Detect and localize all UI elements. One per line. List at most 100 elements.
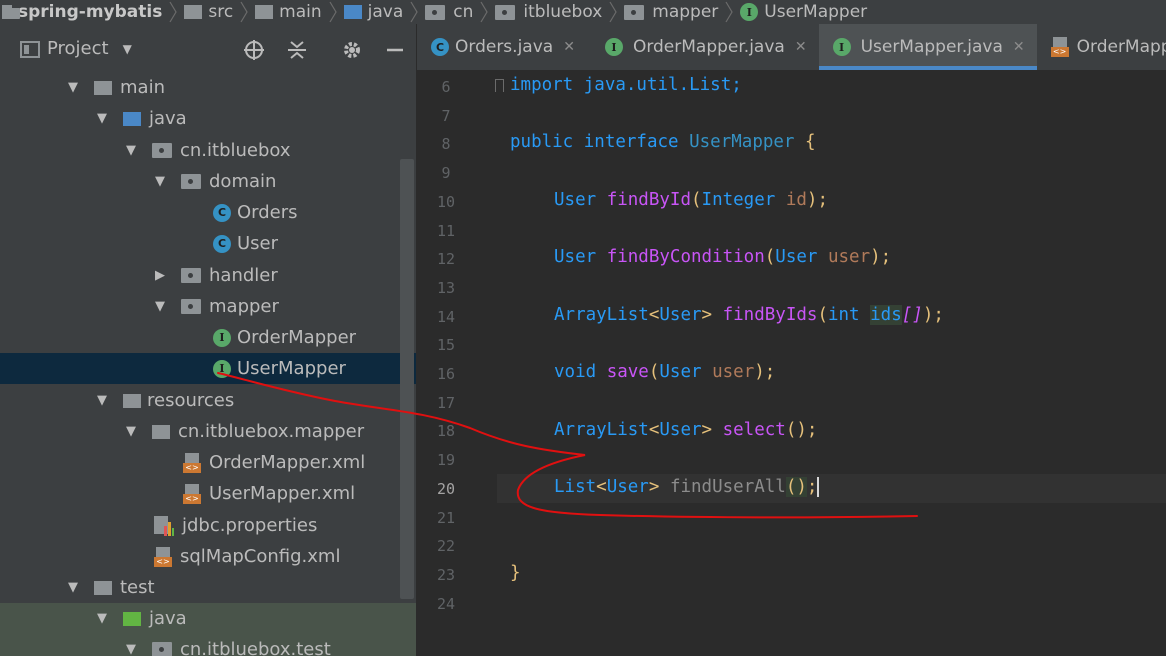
line-number: 17 <box>436 394 456 412</box>
line-number: 13 <box>436 279 456 297</box>
code-line-23: } <box>510 563 521 583</box>
collapse-all-icon[interactable] <box>285 38 309 62</box>
package-icon <box>181 268 201 283</box>
tree-row-ordermapper-xml[interactable]: <> OrderMapper.xml <box>0 447 416 478</box>
expand-right-icon[interactable]: ▶ <box>151 268 169 283</box>
line-number: 6 <box>441 78 451 96</box>
project-panel-header: Project ▼ <box>0 24 416 76</box>
breadcrumb-java[interactable]: java <box>343 0 403 24</box>
tree-row-ordermapper[interactable]: I OrderMapper <box>0 322 416 353</box>
tab-ordermapper-xml[interactable]: <> OrderMapper.xml <box>1037 24 1166 70</box>
tab-label: UserMapper.java <box>860 37 1003 57</box>
tree-item-label: User <box>237 233 279 254</box>
breadcrumb-usermapper[interactable]: I UserMapper <box>740 0 867 24</box>
expand-down-icon[interactable]: ▼ <box>122 642 140 656</box>
chevron-right-icon <box>239 0 249 24</box>
interface-icon: I <box>740 3 759 21</box>
package-icon <box>425 4 446 20</box>
locate-file-icon[interactable] <box>242 38 266 62</box>
line-number: 7 <box>441 107 451 125</box>
close-icon[interactable]: ✕ <box>795 39 807 55</box>
package-icon <box>624 4 645 20</box>
breadcrumb-label: UserMapper <box>764 2 868 22</box>
tree-row-cn-itbluebox-mapper[interactable]: ▼ cn.itbluebox.mapper <box>0 416 416 447</box>
tree-item-label: java <box>149 108 187 129</box>
project-view-selector[interactable]: Project ▼ <box>47 38 132 59</box>
project-tree: ▼ main ▼ java ▼ cn.itbluebox ▼ domain C … <box>0 76 416 656</box>
tab-label: OrderMapper.java <box>632 37 785 57</box>
breadcrumb-label: cn <box>453 2 474 22</box>
folder-icon <box>255 5 274 19</box>
tree-row-mapper[interactable]: ▼ mapper <box>0 291 416 322</box>
tree-row-jdbc-properties[interactable]: jdbc.properties <box>0 510 416 541</box>
breadcrumb-mapper[interactable]: mapper <box>624 0 718 24</box>
package-icon <box>152 143 172 158</box>
code-line-12: User findByCondition(User user); <box>554 247 892 267</box>
tab-orders-java[interactable]: C Orders.java ✕ <box>417 24 587 70</box>
project-scrollbar[interactable] <box>400 159 414 599</box>
package-icon <box>181 299 201 314</box>
fold-marker-icon[interactable] <box>495 79 504 92</box>
tree-row-cn-itbluebox[interactable]: ▼ cn.itbluebox <box>0 135 416 166</box>
tree-row-user[interactable]: C User <box>0 228 416 259</box>
interface-icon: I <box>832 38 851 56</box>
expand-down-icon[interactable]: ▼ <box>93 393 111 408</box>
line-number: 18 <box>436 422 456 440</box>
expand-down-icon[interactable]: ▼ <box>64 80 82 95</box>
gear-icon[interactable] <box>340 38 364 62</box>
breadcrumb-project[interactable]: spring-mybatis <box>2 0 162 24</box>
expand-down-icon[interactable]: ▼ <box>93 611 111 626</box>
chevron-right-icon <box>608 0 618 24</box>
expand-down-icon[interactable]: ▼ <box>93 111 111 126</box>
tree-row-usermapper-xml[interactable]: <> UserMapper.xml <box>0 478 416 509</box>
tree-row-sqlmapconfig-xml[interactable]: <> sqlMapConfig.xml <box>0 541 416 572</box>
project-panel: Project ▼ ▼ main ▼ java ▼ cn.itbluebox ▼… <box>0 24 416 656</box>
tree-item-label: cn.itbluebox.mapper <box>178 421 365 442</box>
tree-row-resources[interactable]: ▼ resources <box>0 385 416 416</box>
line-number: 20 <box>436 480 456 498</box>
close-icon[interactable]: ✕ <box>563 39 575 55</box>
xml-file-icon: <> <box>1050 37 1069 57</box>
line-number: 21 <box>436 509 456 527</box>
hide-panel-icon[interactable] <box>383 38 407 62</box>
tab-label: Orders.java <box>455 37 554 57</box>
expand-down-icon[interactable]: ▼ <box>151 299 169 314</box>
tree-item-label: mapper <box>209 296 279 317</box>
line-number: 22 <box>436 537 456 555</box>
project-panel-title: Project <box>47 38 109 59</box>
expand-down-icon[interactable]: ▼ <box>122 424 140 439</box>
tab-ordermapper-java[interactable]: I OrderMapper.java ✕ <box>587 24 819 70</box>
tree-row-usermapper[interactable]: I UserMapper <box>0 353 416 384</box>
breadcrumb-itbluebox[interactable]: itbluebox <box>495 0 602 24</box>
tree-row-orders[interactable]: C Orders <box>0 197 416 228</box>
package-icon <box>181 174 201 189</box>
line-number: 12 <box>436 250 456 268</box>
tree-row-domain[interactable]: ▼ domain <box>0 166 416 197</box>
expand-down-icon[interactable]: ▼ <box>64 580 82 595</box>
tree-row-main[interactable]: ▼ main <box>0 76 416 103</box>
breadcrumb-src[interactable]: src <box>184 0 233 24</box>
tab-usermapper-java[interactable]: I UserMapper.java ✕ <box>818 24 1037 70</box>
expand-down-icon[interactable]: ▼ <box>122 143 140 158</box>
tree-row-java[interactable]: ▼ java <box>0 103 416 134</box>
tree-item-label: UserMapper <box>237 358 346 379</box>
code-line-8: public interface UserMapper { <box>510 132 816 152</box>
line-number: 14 <box>436 308 456 326</box>
tree-row-test[interactable]: ▼ test <box>0 572 416 603</box>
expand-down-icon[interactable]: ▼ <box>151 174 169 189</box>
line-number: 16 <box>436 365 456 383</box>
class-icon: C <box>213 203 231 222</box>
breadcrumb-label: spring-mybatis <box>18 2 163 22</box>
line-number: 24 <box>436 595 456 613</box>
code-editor[interactable]: 6 7 8 9 10 11 12 13 14 15 16 17 18 19 20… <box>417 70 1166 656</box>
breadcrumb-label: itbluebox <box>523 2 603 22</box>
tree-row-handler[interactable]: ▶ handler <box>0 260 416 291</box>
tree-row-test-java[interactable]: ▼ java <box>0 603 416 634</box>
tree-row-cn-itbluebox-test[interactable]: ▼ cn.itbluebox.test <box>0 634 416 656</box>
close-icon[interactable]: ✕ <box>1013 39 1025 55</box>
breadcrumb-main[interactable]: main <box>255 0 322 24</box>
code-line-14: ArrayList<User> findByIds(int ids[]); <box>554 305 944 325</box>
breadcrumb-cn[interactable]: cn <box>425 0 473 24</box>
resources-folder-icon <box>123 393 141 408</box>
tree-item-label: jdbc.properties <box>182 515 318 536</box>
